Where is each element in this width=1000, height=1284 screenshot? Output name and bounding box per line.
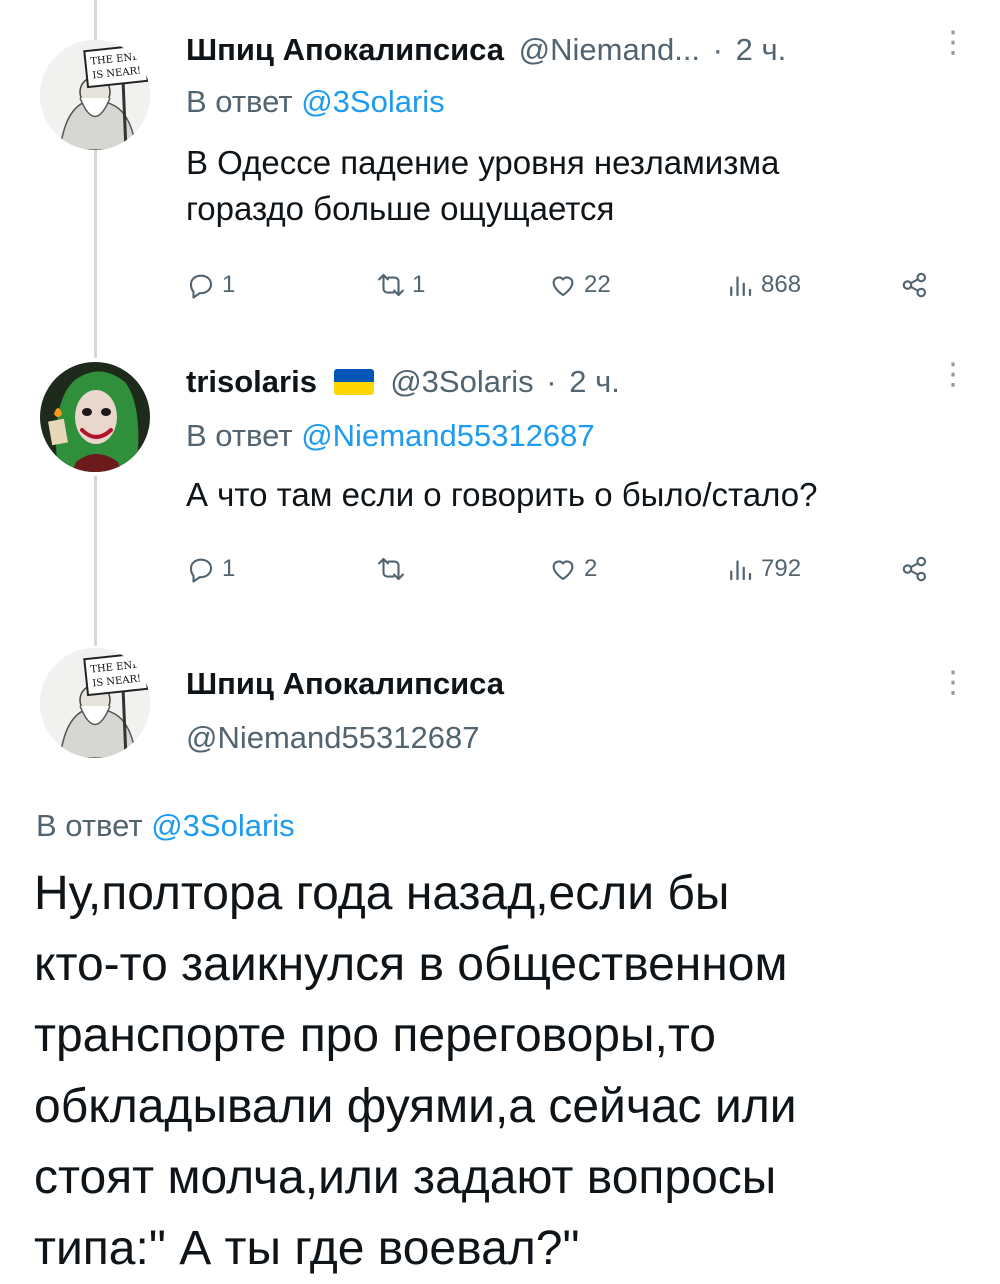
reply-count: 1 (222, 271, 236, 298)
timestamp[interactable]: 2 ч. (736, 32, 787, 67)
reply-icon (189, 274, 213, 299)
tweet-header: trisolaris @3Solaris · 2 ч. (186, 362, 620, 402)
views-icon (730, 276, 752, 297)
retweet-count: 1 (412, 271, 426, 298)
share-icon (902, 272, 927, 298)
avatar[interactable]: THE END IS NEAR! (40, 40, 150, 150)
separator: · (712, 32, 723, 67)
author-name[interactable]: Шпиц Апокалипсиса (186, 32, 504, 67)
tweet-header: Шпиц Апокалипсиса @Niemand... · 2 ч. (186, 30, 786, 70)
reply-prefix: В ответ (36, 808, 143, 843)
reply-prefix: В ответ (186, 418, 293, 453)
share-button[interactable] (900, 268, 930, 302)
author-handle[interactable]: @Niemand55312687 (186, 718, 479, 758)
author-name[interactable]: Шпиц Апокалипсиса (186, 664, 504, 704)
tweet-text: В Одессе падение уровня незламизма гораз… (186, 140, 779, 232)
views-count: 792 (761, 555, 802, 582)
separator: · (546, 364, 557, 399)
views-button[interactable]: 792 (725, 552, 801, 586)
reply-count: 1 (222, 555, 236, 582)
ukraine-flag-icon (333, 369, 374, 395)
author-name[interactable]: trisolaris (186, 364, 317, 399)
reply-to-link[interactable]: @Niemand55312687 (301, 418, 594, 453)
thread-line (94, 0, 97, 40)
more-icon[interactable]: ⋮ (938, 360, 968, 390)
tweet-text-line: кто-то заикнулся в общественном (34, 938, 788, 991)
more-icon[interactable]: ⋮ (938, 668, 968, 698)
reply-to-link[interactable]: @3Solaris (301, 84, 444, 119)
thread-line (94, 150, 97, 358)
retweet-button[interactable] (376, 552, 412, 586)
reply-prefix: В ответ (186, 84, 293, 119)
retweet-button[interactable]: 1 (376, 268, 425, 302)
reply-button[interactable]: 1 (186, 268, 235, 302)
retweet-icon (378, 273, 404, 297)
tweet-text-line: гораздо больше ощущается (186, 190, 615, 227)
like-count: 2 (584, 555, 598, 582)
avatar[interactable]: THE END IS NEAR! (40, 648, 150, 758)
reply-button[interactable]: 1 (186, 552, 235, 586)
avatar[interactable] (40, 362, 150, 472)
tweet-text-line: А что там если о говорить о было/стало? (186, 476, 818, 513)
like-count: 22 (584, 271, 611, 298)
tweet-text-line: типа:" А ты где воевал?" (34, 1222, 580, 1275)
tweet-text-line: В Одессе падение уровня незламизма (186, 144, 780, 181)
like-button[interactable]: 22 (548, 268, 611, 302)
author-handle[interactable]: @3Solaris (390, 364, 533, 399)
reply-to-link[interactable]: @3Solaris (151, 808, 294, 843)
timestamp[interactable]: 2 ч. (569, 364, 620, 399)
share-button[interactable] (900, 552, 930, 586)
author-handle[interactable]: @Niemand... (519, 32, 700, 67)
thread-line (94, 476, 97, 646)
reply-context: В ответ @3Solaris (36, 806, 295, 846)
share-icon (902, 556, 927, 582)
heart-icon (552, 276, 574, 297)
tweet-text-line: транспорте про переговоры,то (34, 1009, 716, 1062)
views-count: 868 (761, 271, 802, 298)
views-icon (730, 560, 752, 581)
tweet-text-line: стоят молча,или задают вопросы (34, 1151, 777, 1204)
retweet-icon (378, 557, 404, 581)
reply-icon (189, 558, 213, 583)
reply-context: В ответ @Niemand55312687 (186, 416, 595, 456)
tweet-text: Ну,полтора года назад,если бы кто-то заи… (34, 858, 797, 1284)
tweet-text-line: Ну,полтора года назад,если бы (34, 867, 730, 920)
more-icon[interactable]: ⋮ (938, 28, 968, 58)
like-button[interactable]: 2 (548, 552, 597, 586)
reply-context: В ответ @3Solaris (186, 82, 445, 122)
tweet-text: А что там если о говорить о было/стало? (186, 472, 817, 518)
heart-icon (552, 560, 574, 581)
tweet-text-line: обкладывали фуями,а сейчас или (34, 1080, 797, 1133)
views-button[interactable]: 868 (725, 268, 801, 302)
